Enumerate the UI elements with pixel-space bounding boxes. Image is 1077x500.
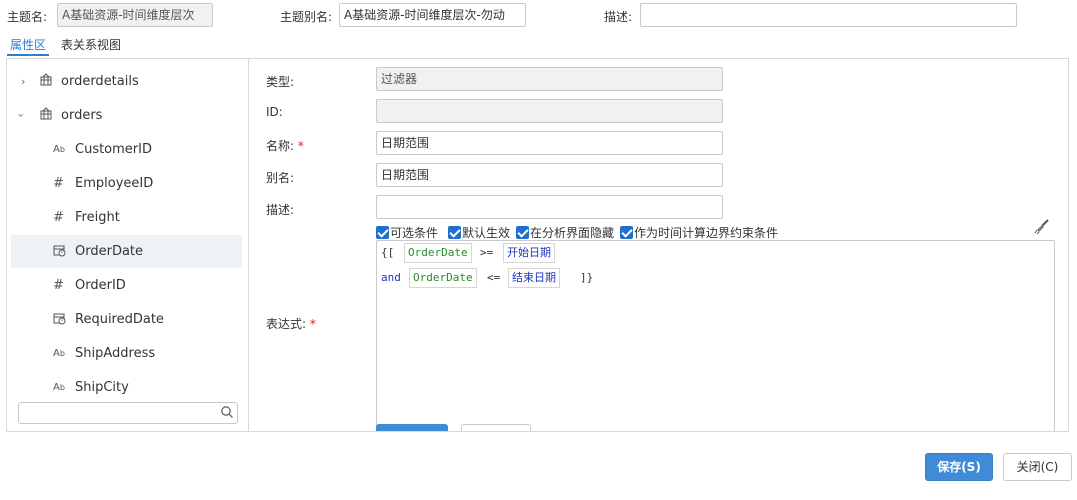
brush-icon[interactable] [1034, 218, 1050, 237]
checkbox-label: 作为时间计算边界约束条件 [634, 226, 779, 240]
required-mark: * [297, 139, 304, 153]
subject-name-label: 主题名: [7, 10, 48, 24]
tree-item-label: EmployeeID [75, 176, 154, 191]
expression-operator: >= [480, 246, 494, 259]
tree-item-label: CustomerID [75, 142, 152, 157]
expression-field-token[interactable]: OrderDate [404, 243, 472, 263]
tree-item-label: ShipCity [75, 380, 129, 395]
close-button[interactable]: 关闭(C) [1003, 453, 1072, 481]
desc-field[interactable] [376, 195, 723, 219]
tree-item-customerid[interactable]: Ab CustomerID [11, 133, 242, 166]
tree-item-label: Freight [75, 210, 120, 225]
subject-alias-label: 主题别名: [280, 10, 333, 24]
tree-item-orderid[interactable]: # OrderID [11, 269, 242, 302]
subject-name-field[interactable]: A基础资源-时间维度层次 [57, 3, 213, 27]
tree-item-freight[interactable]: # Freight [11, 201, 242, 234]
subject-alias-field[interactable]: A基础资源-时间维度层次-勿动 [339, 3, 526, 27]
name-field[interactable]: 日期范围 [376, 131, 723, 155]
description-field[interactable] [640, 3, 1017, 27]
default-effective-checkbox[interactable]: 默认生效 [448, 224, 510, 241]
editor-action-button[interactable] [376, 424, 448, 431]
description-label: 描述: [604, 10, 633, 24]
required-mark: * [309, 317, 316, 331]
tab-properties[interactable]: 属性区 [10, 36, 46, 53]
expression-open-brace: {[ [381, 246, 395, 259]
search-icon[interactable] [220, 405, 234, 422]
tree-item-label: RequiredDate [75, 312, 164, 327]
chevron-right-icon[interactable]: › [21, 75, 25, 88]
expression-label: 表达式: * [266, 317, 316, 331]
alias-field[interactable]: 日期范围 [376, 163, 723, 187]
checkbox-label: 在分析界面隐藏 [530, 226, 615, 240]
text-field-icon: Ab [53, 348, 65, 359]
optional-condition-checkbox[interactable]: 可选条件 [376, 224, 438, 241]
desc-label: 描述: [266, 203, 295, 217]
expression-param-token[interactable]: 开始日期 [503, 243, 555, 263]
editor-secondary-button[interactable] [461, 424, 531, 431]
name-label: 名称: * [266, 139, 304, 153]
date-field-icon [53, 312, 66, 328]
checkbox-checked-icon[interactable] [376, 226, 389, 239]
text-field-icon: Ab [53, 382, 65, 393]
checkbox-checked-icon[interactable] [516, 226, 529, 239]
chevron-down-icon[interactable]: › [15, 113, 28, 117]
tree-item-requireddate[interactable]: RequiredDate [11, 303, 242, 336]
tree-item-employeeid[interactable]: # EmployeeID [11, 167, 242, 200]
checkbox-checked-icon[interactable] [620, 226, 633, 239]
checkbox-label: 默认生效 [462, 226, 511, 240]
table-icon [39, 107, 53, 124]
tree-search-input[interactable] [18, 402, 238, 424]
tree-item-label: orders [61, 108, 103, 123]
date-field-icon [53, 244, 66, 260]
number-field-icon: # [53, 210, 64, 225]
tree-item-label: ShipAddress [75, 346, 156, 361]
number-field-icon: # [53, 278, 64, 293]
alias-label: 别名: [266, 171, 295, 185]
tree-item-shipcity[interactable]: Ab ShipCity [11, 371, 242, 404]
expression-field-token[interactable]: OrderDate [409, 268, 477, 288]
properties-panel: 类型: 过滤器 ID: 名称: * 日期范围 别名: 日期范围 描述: 可选条件… [248, 58, 1069, 432]
tree-item-orderdate[interactable]: OrderDate [11, 235, 242, 268]
expression-param-token[interactable]: 结束日期 [508, 268, 560, 288]
checkbox-label: 可选条件 [390, 226, 439, 240]
tab-active-indicator [7, 54, 49, 56]
time-boundary-constraint-checkbox[interactable]: 作为时间计算边界约束条件 [620, 224, 778, 241]
id-label: ID: [266, 105, 283, 119]
tree-item-label: OrderID [75, 278, 126, 293]
checkbox-checked-icon[interactable] [448, 226, 461, 239]
expression-keyword: and [381, 271, 401, 284]
hide-in-analysis-checkbox[interactable]: 在分析界面隐藏 [516, 224, 614, 241]
text-field-icon: Ab [53, 144, 65, 155]
id-field [376, 99, 723, 123]
type-label: 类型: [266, 75, 295, 89]
tree-item-orderdetails[interactable]: › orderdetails [11, 65, 242, 98]
table-icon [39, 73, 53, 90]
field-tree-panel: › orderdetails › orders Ab CustomerID # … [6, 58, 248, 432]
tree-item-orders[interactable]: › orders [11, 99, 242, 132]
expression-operator: <= [487, 271, 501, 284]
tab-table-relations[interactable]: 表关系视图 [61, 36, 121, 53]
expression-editor[interactable]: {[ OrderDate >= 开始日期 and OrderDate <= 结束… [376, 240, 1055, 431]
tree-item-shipaddress[interactable]: Ab ShipAddress [11, 337, 242, 370]
type-field: 过滤器 [376, 67, 723, 91]
tree-item-label: OrderDate [75, 244, 144, 259]
save-button[interactable]: 保存(S) [925, 453, 993, 481]
number-field-icon: # [53, 176, 64, 191]
tree-item-label: orderdetails [61, 74, 139, 89]
expression-close-brace: ]} [580, 271, 594, 284]
